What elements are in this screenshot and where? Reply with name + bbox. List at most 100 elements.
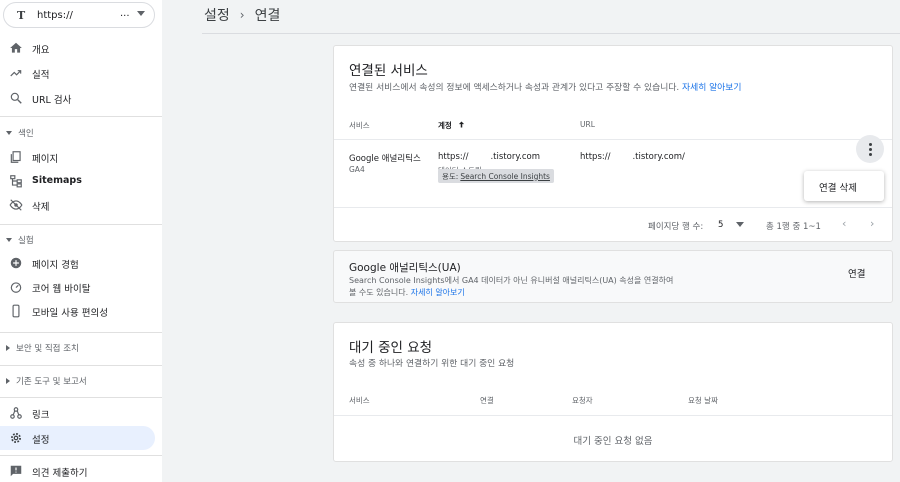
sidebar-item-mobile-usability[interactable]: 모바일 사용 편의성 — [0, 299, 155, 323]
card-subtitle: 속성 중 하나와 연결하기 위한 대기 중인 요청 — [349, 359, 515, 369]
service-type: GA4 — [349, 165, 365, 174]
home-icon — [10, 42, 22, 53]
connect-button[interactable]: 연결 — [848, 266, 865, 280]
header-divider — [202, 33, 900, 34]
sidebar-item-label: 링크 — [32, 410, 50, 421]
sidebar-item-performance[interactable]: 실적 — [0, 61, 155, 85]
subtitle-text: 연결된 서비스에서 속성의 정보에 액세스하거나 속성과 관계가 있다고 주장할… — [349, 83, 683, 93]
sidebar-item-label: Sitemaps — [32, 175, 82, 186]
card-subtitle: 연결된 서비스에서 속성의 정보에 액세스하거나 속성과 관계가 있다고 주장할… — [349, 80, 741, 93]
breadcrumb-parent[interactable]: 설정 — [204, 5, 230, 25]
column-header-link: 연결 — [480, 396, 494, 405]
rows-per-page-select[interactable]: 5 — [718, 220, 723, 230]
ua-card: Google 애널리틱스(UA) Search Console Insights… — [333, 250, 893, 303]
card-title: 연결된 서비스 — [349, 63, 428, 79]
rows-per-page-label: 페이지당 행 수: — [648, 222, 704, 232]
breadcrumb-separator: › — [239, 8, 245, 22]
sidebar-item-links[interactable]: 링크 — [0, 401, 155, 425]
sidebar-item-label: 모바일 사용 편의성 — [32, 308, 108, 319]
column-header-service: 서비스 — [349, 121, 370, 130]
caret-down-icon[interactable] — [736, 222, 744, 227]
section-collapse-icon — [6, 131, 12, 135]
chevron-left-icon[interactable]: ‹ — [842, 217, 846, 230]
sidebar-item-feedback[interactable]: 의견 제출하기 — [0, 459, 155, 482]
sidebar-item-sitemaps[interactable]: Sitemaps — [0, 169, 155, 193]
column-header-account[interactable]: 계정 — [438, 120, 466, 131]
ua-title: Google 애널리틱스(UA) — [349, 262, 461, 274]
column-header-requester: 요청자 — [572, 396, 593, 405]
column-header-date: 요청 날짜 — [688, 396, 718, 405]
sidebar-divider — [0, 224, 162, 225]
gauge-icon — [10, 282, 22, 293]
page-title: 연결 — [254, 8, 281, 24]
learn-more-link[interactable]: 자세히 알아보기 — [411, 288, 465, 297]
page-header: 설정 › 연결 — [162, 0, 900, 34]
sidebar-item-core-web-vitals[interactable]: 코어 웹 바이탈 — [0, 275, 155, 299]
pages-icon — [10, 151, 21, 163]
sidebar: T https:// ... 개요 실적 URL 검사 색인 페이지 Sitem… — [0, 0, 162, 482]
sidebar-item-label: 개요 — [32, 45, 50, 56]
url-suffix: .tistory.com/ — [632, 152, 685, 162]
sidebar-divider — [0, 455, 162, 456]
search-icon — [10, 92, 22, 104]
sidebar-item-settings[interactable]: 설정 — [0, 426, 155, 450]
property-url-cell: https:// .tistory.com/ — [580, 152, 685, 162]
row-divider — [334, 207, 892, 208]
sidebar-item-label: 페이지 — [32, 154, 59, 165]
sidebar-item-label: 코어 웹 바이탈 — [32, 284, 91, 295]
sidebar-divider — [0, 397, 162, 398]
column-header-service: 서비스 — [349, 396, 370, 405]
row-options-menu: 연결 삭제 — [804, 171, 884, 201]
trending-up-icon — [10, 70, 22, 77]
sidebar-item-label: 의견 제출하기 — [32, 468, 88, 479]
sidebar-item-overview[interactable]: 개요 — [0, 36, 155, 60]
breadcrumb: 설정 › 연결 — [204, 5, 280, 25]
ua-description-line1: Search Console Insights에서 GA4 데이터가 아닌 유니… — [349, 276, 674, 285]
feedback-icon — [10, 465, 22, 477]
remove-connection-menu-item[interactable]: 연결 삭제 — [819, 180, 857, 194]
section-label: 색인 — [18, 129, 34, 139]
kebab-dot — [868, 147, 872, 151]
sidebar-item-label: 설정 — [32, 435, 50, 446]
arrow-up-icon — [459, 121, 465, 128]
sidebar-section-index[interactable]: 색인 — [6, 127, 34, 139]
property-url: https:// — [37, 10, 73, 21]
sidebar-divider — [0, 116, 162, 117]
kebab-dot — [868, 152, 872, 156]
sidebar-divider — [0, 365, 162, 366]
more-options-button[interactable] — [856, 135, 884, 163]
sidebar-item-url-inspection[interactable]: URL 검사 — [0, 86, 155, 110]
phone-icon — [12, 304, 20, 318]
kebab-dot — [868, 142, 872, 146]
eye-off-icon — [9, 199, 23, 211]
property-selector[interactable]: T https:// ... — [3, 2, 155, 28]
property-masked: ... — [120, 8, 130, 19]
sitemap-icon — [10, 175, 22, 188]
property-favicon: T — [17, 9, 26, 22]
column-header-url: URL — [580, 120, 595, 129]
ua-description-line2: 볼 수도 있습니다. 자세히 알아보기 — [349, 287, 465, 298]
url-prefix: https:// — [580, 152, 611, 162]
sidebar-item-pages[interactable]: 페이지 — [0, 145, 155, 169]
sidebar-item-page-experience[interactable]: 페이지 경험 — [0, 251, 155, 275]
section-expand-icon — [6, 378, 10, 384]
chip-label: 용도: — [442, 171, 459, 181]
ua-text: 볼 수도 있습니다. — [349, 288, 411, 297]
links-icon — [10, 407, 22, 419]
usage-chip: 용도: Search Console Insights — [438, 169, 554, 183]
section-label: 기존 도구 및 보고서 — [16, 377, 87, 387]
empty-state: 대기 중인 요청 없음 — [573, 436, 653, 447]
plus-circle-icon — [10, 257, 22, 269]
sidebar-item-label: 페이지 경험 — [32, 260, 79, 271]
row-divider — [334, 139, 892, 140]
pagination-range: 총 1행 중 1~1 — [766, 222, 821, 232]
chevron-right-icon[interactable]: › — [870, 217, 874, 230]
sidebar-section-security[interactable]: 보안 및 직접 조치 — [6, 342, 79, 354]
sidebar-section-experience[interactable]: 실험 — [6, 234, 34, 246]
chip-link[interactable]: Search Console Insights — [460, 172, 550, 181]
section-label: 실험 — [18, 236, 34, 246]
connected-services-card: 연결된 서비스 연결된 서비스에서 속성의 정보에 액세스하거나 속성과 관계가… — [333, 45, 893, 242]
learn-more-link[interactable]: 자세히 알아보기 — [682, 83, 741, 93]
sidebar-section-legacy[interactable]: 기존 도구 및 보고서 — [6, 375, 87, 387]
sidebar-item-removals[interactable]: 삭제 — [0, 193, 155, 217]
